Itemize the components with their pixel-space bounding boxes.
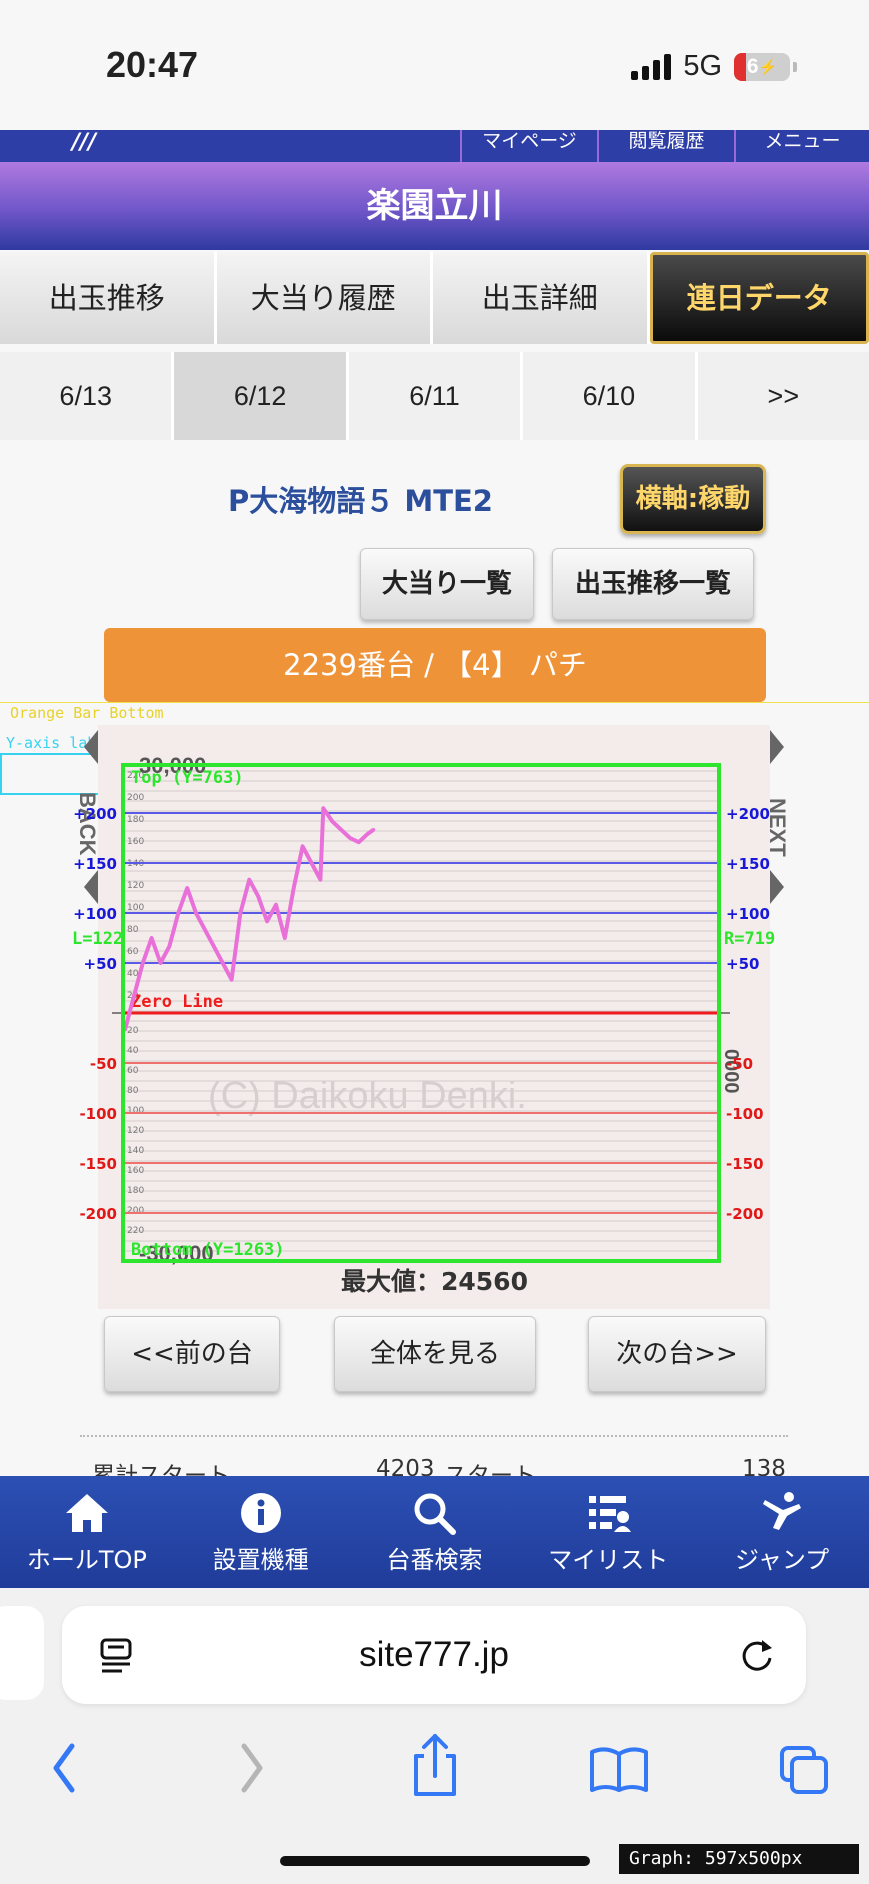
home-indicator [280,1856,590,1866]
main-content: P大海物語５ MTE2 横軸:稼動 大当り一覧 出玉推移一覧 2239番台 / … [0,440,869,1489]
negative-label-right: -150 [726,1155,764,1173]
prev-machine-button[interactable]: <<前の台 [104,1316,280,1392]
bottom-nav-machines[interactable]: 設置機種 [174,1476,348,1588]
bottom-nav-hall-top[interactable]: ホールTOP [0,1476,174,1588]
positive-label-left: +150 [73,855,117,873]
bottom-nav-label: マイリスト [548,1546,669,1574]
positive-label-right: +50 [726,955,759,973]
bottom-nav-label: 設置機種 [212,1546,309,1574]
view-all-button[interactable]: 全体を見る [334,1316,536,1392]
bottom-nav-jump[interactable]: ジャンプ [695,1476,869,1588]
main-tabs: 出玉推移 大当り履歴 出玉詳細 連日データ [0,252,869,344]
network-type: 5G [683,50,722,82]
positive-label-right: +200 [726,805,770,823]
previous-tab-card[interactable] [0,1606,44,1700]
date-tabs: 6/13 6/12 6/11 6/10 >> [0,352,869,440]
nav-menu[interactable]: メニュー [734,130,869,162]
back-label[interactable]: BACK [75,792,100,856]
next-machine-button[interactable]: 次の台>> [588,1316,766,1392]
tab-daily-data[interactable]: 連日データ [649,252,869,344]
positive-label-right: +100 [726,905,770,923]
date-tab-0610[interactable]: 6/10 [523,352,695,440]
next-arrow-icon[interactable] [770,730,784,764]
bottom-nav-search[interactable]: 台番検索 [348,1476,522,1588]
jump-icon [763,1492,802,1530]
search-icon [414,1493,457,1535]
bottom-nav-label: ホールTOP [26,1546,147,1574]
signal-icon [631,53,672,80]
battery-icon: 6 ⚡ [734,52,790,81]
tab-jackpot-history[interactable]: 大当り履歴 [216,252,430,344]
divider [80,1435,788,1437]
bookmarks-icon[interactable] [584,1718,654,1818]
battery-level: 6 [746,54,759,78]
date-tab-0613[interactable]: 6/13 [0,352,172,440]
url-text[interactable]: site777.jp [62,1606,806,1704]
tab-payout-trend[interactable]: 出玉推移 [0,252,214,344]
negative-label-right: -200 [726,1205,764,1223]
positive-label-left: +200 [73,805,117,823]
tab-payout-detail[interactable]: 出玉詳細 [433,252,647,344]
negative-label-left: -100 [79,1105,117,1123]
list-icon [589,1496,632,1532]
bottom-nav-label: ジャンプ [735,1546,830,1574]
back-arrow-icon[interactable] [84,730,98,764]
bottom-nav-label: 台番検索 [386,1546,483,1574]
forward-icon[interactable] [216,1718,286,1818]
positive-label-left: +50 [84,955,117,973]
home-icon [65,1494,108,1532]
tabs-icon[interactable] [770,1718,840,1818]
negative-label-left: -50 [90,1055,117,1073]
browser-toolbar [0,1718,869,1818]
hall-title: 楽園立川 [0,162,869,250]
negative-label-right: -50 [726,1055,753,1073]
date-tab-0612[interactable]: 6/12 [174,352,346,440]
browser-chrome: site777.jp [0,1588,869,1884]
negative-label-left: -200 [79,1205,117,1223]
bottom-nav: ホールTOP 設置機種 台番検索 マイリスト ジャンプ [0,1476,869,1588]
date-tab-more[interactable]: >> [697,352,869,440]
debug-left-label: L=122 [72,929,123,949]
negative-label-right: -100 [726,1105,764,1123]
nav-history[interactable]: 閲覧履歴 [597,130,734,162]
back-arrow-icon-2[interactable] [84,870,98,904]
positive-label-left: +100 [73,905,117,923]
nav-mypage[interactable]: マイページ [460,130,597,162]
debug-graph-bounds [121,763,721,1263]
bottom-nav-mylist[interactable]: マイリスト [521,1476,695,1588]
debug-right-label: R=719 [724,929,775,949]
date-tab-0611[interactable]: 6/11 [348,352,521,440]
status-indicators: 5G 6 ⚡ [631,50,797,83]
site-top-nav: /// マイページ 閲覧履歴 メニュー [0,130,869,162]
status-time: 20:47 [106,44,199,85]
max-value-label: 最大値：24560 [341,1267,528,1296]
status-bar: 20:47 5G 6 ⚡ [0,0,869,130]
site-logo[interactable]: /// [72,130,96,155]
negative-label-left: -150 [79,1155,117,1173]
share-icon[interactable] [400,1718,470,1818]
next-arrow-icon-2[interactable] [770,870,784,904]
debug-graph-size: Graph: 597x500px [619,1844,859,1874]
address-bar[interactable]: site777.jp [62,1606,806,1704]
positive-label-right: +150 [726,855,770,873]
info-icon [240,1493,281,1533]
reload-icon[interactable] [738,1636,776,1674]
back-icon[interactable] [30,1718,100,1818]
